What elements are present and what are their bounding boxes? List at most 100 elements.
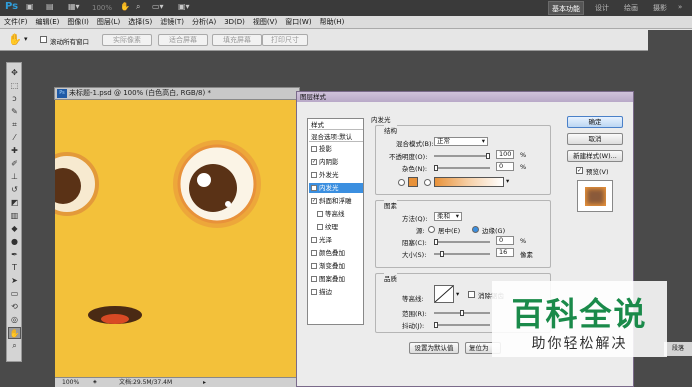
menu-file[interactable]: 文件(F) — [0, 17, 32, 27]
style-checkbox[interactable]: ✓ — [311, 198, 317, 204]
choke-input[interactable]: 0 — [496, 236, 514, 245]
contour-dropdown-icon[interactable]: ▾ — [456, 290, 459, 298]
styles-header[interactable]: 样式 — [309, 120, 363, 130]
style-checkbox[interactable] — [311, 250, 317, 256]
edge-radio[interactable] — [472, 226, 479, 233]
size-slider[interactable] — [434, 251, 490, 257]
menu-select[interactable]: 选择(S) — [124, 17, 156, 27]
gradient-radio[interactable] — [424, 179, 431, 186]
menu-image[interactable]: 图像(I) — [63, 17, 93, 27]
brush-tool-icon[interactable]: ✐ — [8, 158, 21, 170]
style-item[interactable]: ✓ 内发光 — [309, 183, 363, 193]
style-checkbox[interactable] — [317, 224, 323, 230]
style-item[interactable]: 描边 — [309, 287, 363, 297]
style-item[interactable]: 投影 — [309, 144, 363, 154]
noise-input[interactable]: 0 — [496, 162, 514, 171]
color-radio[interactable] — [398, 179, 405, 186]
path-select-icon[interactable]: ➤ — [8, 275, 21, 287]
marquee-tool-icon[interactable]: ⬚ — [8, 80, 21, 92]
gradient-dropdown-icon[interactable]: ▾ — [506, 177, 509, 185]
style-item[interactable]: ✓ 内阴影 — [309, 157, 363, 167]
scroll-all-checkbox[interactable] — [40, 36, 47, 43]
gradient-picker[interactable] — [434, 177, 504, 187]
more-icon[interactable]: » — [678, 3, 682, 11]
size-input[interactable]: 16 — [496, 248, 514, 257]
workspace-design[interactable]: 设计 — [595, 3, 609, 13]
style-item[interactable]: 外发光 — [309, 170, 363, 180]
style-checkbox[interactable]: ✓ — [311, 185, 317, 191]
style-checkbox[interactable]: ✓ — [311, 159, 317, 165]
mini-bridge-icon[interactable]: ▤ — [46, 2, 54, 14]
zoom-tool-icon[interactable]: ⌕ — [136, 2, 140, 14]
menu-analysis[interactable]: 分析(A) — [188, 17, 220, 27]
preview-checkbox[interactable]: ✓ — [576, 167, 583, 174]
fill-screen-button[interactable]: 填充屏幕 — [212, 34, 262, 46]
antialias-checkbox[interactable] — [468, 291, 475, 298]
make-default-button[interactable]: 设置为默认值 — [409, 342, 459, 354]
lasso-tool-icon[interactable]: ↄ — [8, 93, 21, 105]
actual-pixels-button[interactable]: 实际像素 — [102, 34, 152, 46]
range-slider[interactable] — [434, 310, 490, 316]
move-tool-icon[interactable]: ✥ — [8, 67, 21, 79]
style-item[interactable]: 渐变叠加 — [309, 261, 363, 271]
blur-tool-icon[interactable]: ◆ — [8, 223, 21, 235]
workspace-photography[interactable]: 摄影 — [653, 3, 667, 13]
style-checkbox[interactable] — [311, 172, 317, 178]
clone-stamp-icon[interactable]: ⊥ — [8, 171, 21, 183]
hand-tool-active-icon[interactable]: ✋ — [8, 327, 21, 339]
fit-screen-button[interactable]: 适合屏幕 — [158, 34, 208, 46]
arrange-icon[interactable]: ▭▾ — [152, 2, 164, 14]
status-arrow-icon[interactable]: ▸ — [203, 378, 206, 387]
screen-mode-icon[interactable]: ▣▾ — [178, 2, 190, 14]
style-item[interactable]: 光泽 — [309, 235, 363, 245]
style-checkbox[interactable] — [311, 276, 317, 282]
canvas[interactable] — [55, 100, 300, 377]
choke-slider[interactable] — [434, 239, 490, 245]
hand-tool-icon[interactable]: ✋ — [8, 33, 22, 46]
menu-layer[interactable]: 图层(L) — [93, 17, 124, 27]
status-zoom[interactable]: 100% — [62, 378, 79, 387]
pen-tool-icon[interactable]: ✒ — [8, 249, 21, 261]
opacity-slider[interactable] — [434, 153, 490, 159]
style-item[interactable]: 等高线 — [309, 209, 363, 219]
new-style-button[interactable]: 新建样式(W)... — [567, 150, 623, 162]
menu-window[interactable]: 窗口(W) — [281, 17, 315, 27]
workspace-essentials[interactable]: 基本功能 — [548, 1, 584, 15]
jitter-slider[interactable] — [434, 322, 490, 328]
workspace-painting[interactable]: 绘画 — [624, 3, 638, 13]
noise-slider[interactable] — [434, 165, 490, 171]
center-radio[interactable] — [428, 226, 435, 233]
eyedropper-icon[interactable]: ⁄ — [8, 132, 21, 144]
bridge-icon[interactable]: ▣ — [26, 2, 34, 14]
view-extras-icon[interactable]: ▦▾ — [68, 2, 80, 14]
style-item[interactable]: 颜色叠加 — [309, 248, 363, 258]
tool-preset-arrow-icon[interactable]: ▾ — [24, 35, 28, 43]
ok-button[interactable]: 确定 — [567, 116, 623, 128]
opacity-input[interactable]: 100 — [496, 150, 514, 159]
zoom-icon[interactable]: ⌕ — [8, 340, 21, 352]
menu-3d[interactable]: 3D(D) — [220, 18, 249, 26]
glow-color-swatch[interactable] — [408, 177, 418, 187]
style-checkbox[interactable] — [311, 146, 317, 152]
type-tool-icon[interactable]: T — [8, 262, 21, 274]
eraser-icon[interactable]: ◩ — [8, 197, 21, 209]
contour-picker[interactable] — [434, 285, 454, 303]
hand-small-icon[interactable]: ✋ — [120, 2, 130, 14]
3d-rotate-icon[interactable]: ⟲ — [8, 301, 21, 313]
style-item[interactable]: 图案叠加 — [309, 274, 363, 284]
dodge-tool-icon[interactable]: ● — [8, 236, 21, 248]
zoom-level[interactable]: 100% — [92, 4, 112, 16]
style-checkbox[interactable] — [311, 237, 317, 243]
paragraph-panel-tab[interactable]: 段落 — [664, 342, 692, 356]
blend-mode-select[interactable]: 正常 ▾ — [434, 137, 488, 146]
menu-edit[interactable]: 编辑(E) — [32, 17, 64, 27]
menu-help[interactable]: 帮助(H) — [316, 17, 349, 27]
blend-options[interactable]: 混合选项:默认 — [309, 132, 363, 142]
shape-tool-icon[interactable]: ▭ — [8, 288, 21, 300]
print-size-button[interactable]: 打印尺寸 — [262, 34, 308, 46]
style-checkbox[interactable] — [311, 263, 317, 269]
method-select[interactable]: 柔和 ▾ — [434, 212, 462, 221]
3d-orbit-icon[interactable]: ◎ — [8, 314, 21, 326]
quick-select-icon[interactable]: ✎ — [8, 106, 21, 118]
document-tab[interactable]: Ps 未标题-1.psd @ 100% (白色高白, RGB/8) * — [54, 87, 300, 100]
